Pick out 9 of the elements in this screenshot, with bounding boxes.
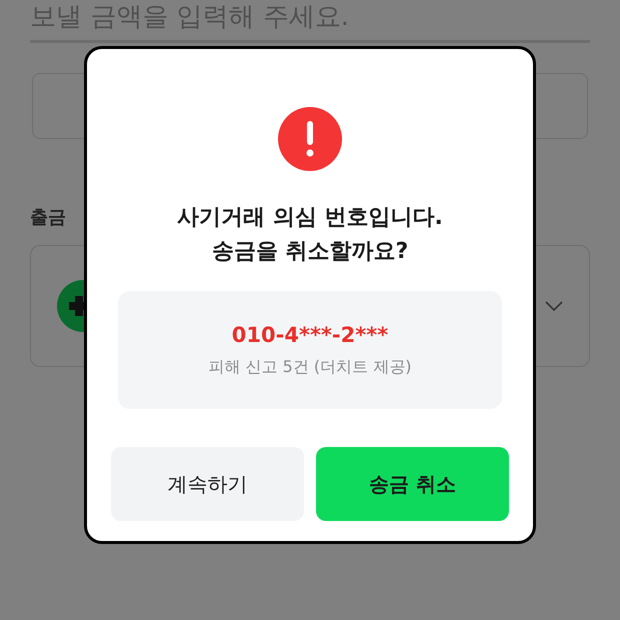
continue-button[interactable]: 계속하기 xyxy=(111,447,304,521)
report-note: 피해 신고 5건 (더치트 제공) xyxy=(208,356,412,378)
dialog-title: 사기거래 의심 번호입니다. xyxy=(177,204,443,232)
chevron-down-icon[interactable] xyxy=(545,301,563,311)
section-label: 출금 xyxy=(30,206,66,229)
alert-icon xyxy=(278,107,342,171)
dialog-title: 송금을 취소할까요? xyxy=(210,238,410,266)
phone-number: 010-4***-2*** xyxy=(232,322,388,346)
cancel-transfer-button[interactable]: 송금 취소 xyxy=(316,447,509,521)
